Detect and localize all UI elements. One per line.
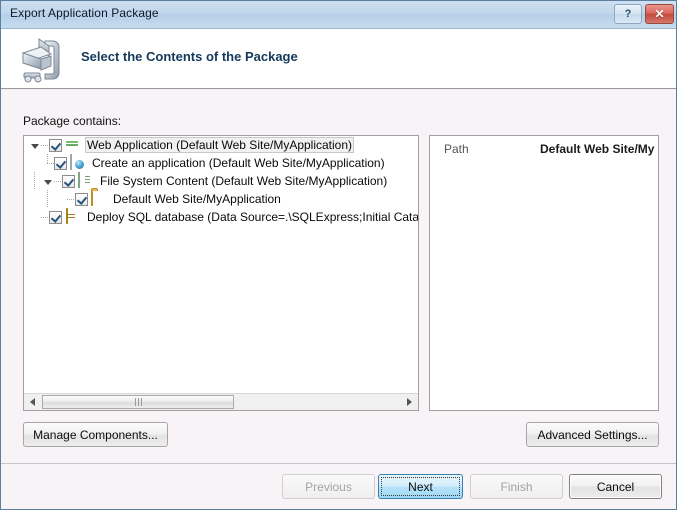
- expander-expanded-icon[interactable]: [28, 136, 41, 154]
- database-icon: [65, 208, 81, 225]
- package-contents-tree[interactable]: Web Application (Default Web Site/MyAppl…: [23, 135, 419, 411]
- expander-collapsed-icon[interactable]: [54, 190, 67, 208]
- dialog-footer: Previous Next Finish Cancel: [1, 463, 676, 509]
- package-contains-label: Package contains:: [23, 114, 122, 128]
- checkbox-checked-icon[interactable]: [75, 192, 88, 206]
- close-icon[interactable]: ✕: [645, 4, 674, 24]
- scroll-right-icon[interactable]: [401, 394, 418, 410]
- cancel-button[interactable]: Cancel: [569, 474, 662, 499]
- advanced-settings-button[interactable]: Advanced Settings...: [526, 422, 659, 447]
- path-key-label: Path: [444, 142, 469, 156]
- tree-item-deploy-sql-database[interactable]: Deploy SQL database (Data Source=.\SQLEx…: [24, 208, 418, 226]
- tree-item-label: Default Web Site/MyApplication: [113, 192, 281, 206]
- finish-button[interactable]: Finish: [470, 474, 563, 499]
- tree-connector: [41, 190, 54, 208]
- tree-item-create-an-application[interactable]: Create an application (Default Web Site/…: [24, 154, 418, 172]
- previous-button[interactable]: Previous: [282, 474, 375, 499]
- tree-connector: [41, 136, 49, 154]
- application-icon: [70, 154, 86, 171]
- expander-expanded-icon[interactable]: [41, 172, 54, 190]
- path-value-label: Default Web Site/My: [540, 142, 655, 156]
- tree-item-label: Web Application (Default Web Site/MyAppl…: [85, 137, 355, 153]
- checkbox-checked-icon[interactable]: [49, 210, 62, 224]
- tree-item-label: Create an application (Default Web Site/…: [92, 156, 385, 170]
- tree-connector: [54, 172, 62, 190]
- tree-item-file-system-content[interactable]: File System Content (Default Web Site/My…: [24, 172, 418, 190]
- path-details-panel[interactable]: Path Default Web Site/My: [429, 135, 659, 411]
- tree-item-label: Deploy SQL database (Data Source=.\SQLEx…: [87, 210, 418, 224]
- manage-components-button[interactable]: Manage Components...: [23, 422, 168, 447]
- next-button[interactable]: Next: [378, 474, 463, 499]
- tree-connector: [28, 172, 41, 190]
- horizontal-scrollbar[interactable]: [24, 393, 418, 410]
- export-application-package-dialog: Export Application Package ? ✕ Select th…: [0, 0, 677, 510]
- window-title: Export Application Package: [10, 6, 159, 20]
- checkbox-checked-icon[interactable]: [62, 174, 75, 188]
- folder-icon: [91, 190, 107, 207]
- scrollbar-thumb[interactable]: [42, 395, 234, 409]
- help-icon[interactable]: ?: [614, 4, 642, 24]
- file-content-icon: [78, 172, 94, 189]
- title-bar[interactable]: Export Application Package ? ✕: [1, 1, 676, 29]
- tree-item-default-web-site[interactable]: Default Web Site/MyApplication: [24, 190, 418, 208]
- close-glyph: ✕: [654, 7, 665, 21]
- scroll-left-icon[interactable]: [24, 394, 41, 410]
- tree-scroll-area: Web Application (Default Web Site/MyAppl…: [24, 136, 418, 393]
- tree-item-web-application[interactable]: Web Application (Default Web Site/MyAppl…: [24, 136, 418, 154]
- tree-connector: [41, 154, 54, 172]
- globe-icon: [65, 137, 81, 153]
- help-glyph: ?: [624, 8, 632, 20]
- focus-outline: [381, 477, 460, 496]
- page-title: Select the Contents of the Package: [81, 49, 298, 64]
- dialog-body: Package contains: Web Application (Defau…: [1, 90, 676, 463]
- tree-connector: [67, 190, 75, 208]
- export-package-icon: [15, 35, 67, 85]
- dialog-header: Select the Contents of the Package: [1, 29, 676, 89]
- expander-collapsed-icon[interactable]: [28, 208, 41, 226]
- checkbox-checked-icon[interactable]: [54, 156, 67, 170]
- tree-item-label: File System Content (Default Web Site/My…: [100, 174, 388, 188]
- path-row: Path Default Web Site/My: [430, 140, 658, 158]
- checkbox-checked-icon[interactable]: [49, 138, 62, 152]
- tree-connector: [41, 208, 49, 226]
